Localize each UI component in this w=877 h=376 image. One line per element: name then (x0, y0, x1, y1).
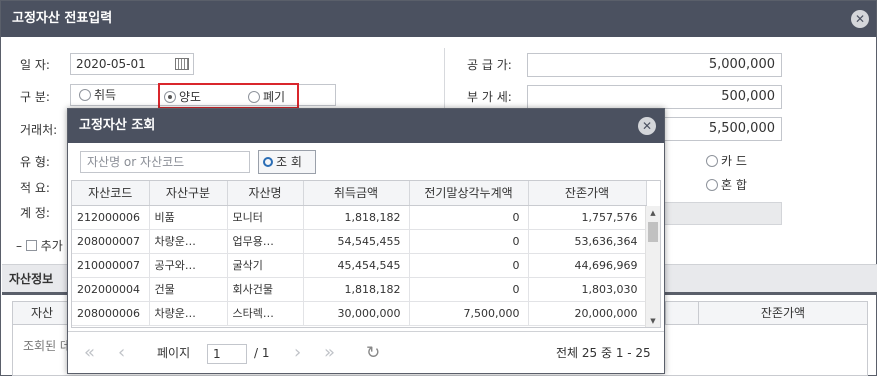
modal-title: 고정자산 조회 (68, 109, 664, 143)
pagination-bar: « ‹ 페이지 1 / 1 › » ↻ 전체 25 중 1 - 25 (68, 337, 664, 369)
table-row[interactable]: 208000006 차량운… 스타렉… 30,000,000 7,500,000… (72, 301, 647, 326)
col-residual-value[interactable]: 잔존가액 (528, 181, 647, 206)
window-title: 고정자산 전표입력 (1, 1, 876, 37)
cell-name: 스타렉… (227, 301, 304, 326)
cell-code: 202000004 (72, 277, 150, 302)
type-radio-acquire[interactable]: 취득 (79, 85, 116, 105)
cell-depreciation: 7,500,000 (409, 301, 529, 326)
type-radio-transfer[interactable]: 양도 (164, 88, 201, 105)
asset-grid-table: 자산코드 자산구분 자산명 취득금액 전기말상각누계액 잔존가액 2120000… (72, 181, 647, 326)
radio-selected-icon (164, 91, 176, 103)
date-field[interactable]: 2020-05-01 (70, 53, 194, 75)
cell-acquisition: 30,000,000 (303, 301, 410, 326)
scroll-thumb[interactable] (648, 222, 658, 242)
page-input[interactable]: 1 (207, 344, 247, 364)
window-close-icon[interactable]: ✕ (851, 10, 869, 28)
prev-page-icon[interactable]: ‹ (118, 337, 125, 369)
first-page-icon[interactable]: « (84, 337, 95, 369)
col-acquisition-amount[interactable]: 취득금액 (303, 181, 410, 206)
page-total: / 1 (254, 346, 270, 360)
grid-scrollbar[interactable]: ▲ ▼ (645, 206, 660, 327)
cell-code: 212000006 (72, 205, 150, 230)
add-checkbox[interactable]: – 추가 (16, 237, 63, 254)
col-asset-name[interactable]: 자산명 (227, 181, 304, 206)
col-accumulated-depreciation[interactable]: 전기말상각누계액 (409, 181, 529, 206)
date-label: 일 자: (20, 58, 50, 72)
cell-name: 업무용… (227, 229, 304, 254)
calendar-icon[interactable] (175, 58, 189, 70)
cell-code: 208000006 (72, 301, 150, 326)
page-label: 페이지 (157, 346, 191, 360)
radio-icon (706, 155, 718, 167)
modal-close-icon[interactable]: ✕ (638, 117, 656, 135)
pager-divider (68, 331, 664, 332)
vat-field[interactable]: 500,000 (527, 85, 782, 109)
asset-table-empty-text: 조회된 데 (23, 339, 71, 353)
cell-depreciation: 0 (409, 277, 529, 302)
search-icon (263, 157, 273, 167)
cell-depreciation: 0 (409, 229, 529, 254)
next-page-icon[interactable]: › (294, 337, 301, 369)
cell-name: 회사건물 (227, 277, 304, 302)
table-row[interactable]: 202000004 건물 회사건물 1,818,182 0 1,803,030 (72, 277, 647, 302)
cell-acquisition: 1,818,182 (303, 205, 410, 230)
asset-table-col-last: 잔존가액 (698, 301, 868, 325)
pager-summary: 전체 25 중 1 - 25 (556, 346, 651, 360)
account-label: 계 정: (20, 206, 50, 220)
date-value: 2020-05-01 (76, 57, 146, 71)
asset-grid: 자산코드 자산구분 자산명 취득금액 전기말상각누계액 잔존가액 2120000… (71, 180, 661, 328)
cell-acquisition: 45,454,545 (303, 253, 410, 278)
cell-name: 모니터 (227, 205, 304, 230)
type-label: 구 분: (20, 90, 50, 104)
cell-category: 공구와… (149, 253, 228, 278)
scroll-down-icon[interactable]: ▼ (646, 314, 660, 327)
col-asset-category[interactable]: 자산구분 (149, 181, 228, 206)
asset-table-col-mid (665, 301, 699, 325)
refresh-icon[interactable]: ↻ (366, 337, 380, 369)
pay-radio-card[interactable]: 카 드 (706, 152, 747, 169)
pay-radio-mixed[interactable]: 혼 합 (706, 176, 747, 193)
cell-residual: 20,000,000 (528, 301, 647, 326)
partner-label: 거래처: (20, 123, 58, 137)
col-asset-code[interactable]: 자산코드 (72, 181, 150, 206)
cell-depreciation: 0 (409, 205, 529, 230)
radio-icon (248, 91, 260, 103)
supply-field[interactable]: 5,000,000 (527, 53, 782, 77)
radio-icon (79, 89, 91, 101)
scroll-up-icon[interactable]: ▲ (646, 206, 660, 220)
last-page-icon[interactable]: » (324, 337, 335, 369)
cell-name: 굴삭기 (227, 253, 304, 278)
asset-search-input[interactable]: 자산명 or 자산코드 (80, 151, 250, 173)
cell-category: 차량운… (149, 229, 228, 254)
table-row[interactable]: 210000007 공구와… 굴삭기 45,454,545 0 44,696,9… (72, 253, 647, 278)
type-radio-dispose[interactable]: 폐기 (248, 88, 285, 105)
kind-label: 유 형: (20, 155, 50, 169)
table-row[interactable]: 212000006 비품 모니터 1,818,182 0 1,757,576 (72, 205, 647, 230)
cell-category: 건물 (149, 277, 228, 302)
cell-acquisition: 1,818,182 (303, 277, 410, 302)
cell-residual: 53,636,364 (528, 229, 647, 254)
cell-residual: 44,696,969 (528, 253, 647, 278)
radio-icon (706, 179, 718, 191)
cell-acquisition: 54,545,455 (303, 229, 410, 254)
cell-code: 208000007 (72, 229, 150, 254)
cell-category: 차량운… (149, 301, 228, 326)
cell-depreciation: 0 (409, 253, 529, 278)
table-row[interactable]: 208000007 차량운… 업무용… 54,545,455 0 53,636,… (72, 229, 647, 254)
vat-label: 부 가 세: (467, 90, 512, 104)
asset-search-modal: 고정자산 조회 ✕ 자산명 or 자산코드 조 회 자산코드 자산구분 자산명 … (67, 108, 665, 374)
cell-code: 210000007 (72, 253, 150, 278)
asset-table-col-first: 자산 (12, 301, 72, 325)
search-button[interactable]: 조 회 (258, 150, 316, 174)
cell-category: 비품 (149, 205, 228, 230)
supply-label: 공 급 가: (467, 58, 512, 72)
grid-header-row: 자산코드 자산구분 자산명 취득금액 전기말상각누계액 잔존가액 (72, 181, 647, 206)
cell-residual: 1,757,576 (528, 205, 647, 230)
cell-residual: 1,803,030 (528, 277, 647, 302)
memo-label: 적 요: (20, 181, 50, 195)
